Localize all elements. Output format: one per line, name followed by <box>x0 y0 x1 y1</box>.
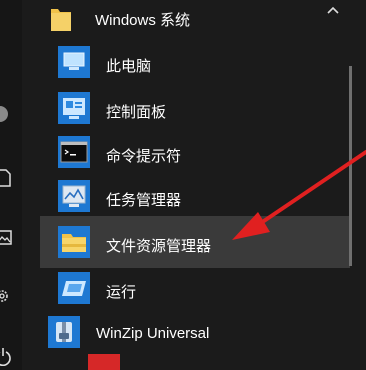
document-icon[interactable] <box>0 168 14 188</box>
scrollbar-thumb[interactable] <box>349 66 352 266</box>
next-app-tile[interactable] <box>88 354 120 370</box>
computer-icon <box>58 46 90 78</box>
start-menu: Windows 系统 此电脑 控制面板 命令提示符 任务管理器 文件资源管理器 … <box>0 0 366 370</box>
list-item-label: 文件资源管理器 <box>106 238 212 255</box>
run-icon <box>58 272 90 304</box>
control-panel-icon <box>58 92 90 124</box>
app-list: Windows 系统 此电脑 控制面板 命令提示符 任务管理器 文件资源管理器 … <box>40 0 366 370</box>
pictures-icon[interactable] <box>0 228 14 248</box>
list-item-label: 此电脑 <box>106 58 152 75</box>
file-explorer-icon <box>58 226 90 258</box>
start-left-rail <box>0 0 22 370</box>
settings-icon[interactable] <box>0 286 14 306</box>
list-item-file-explorer[interactable]: 文件资源管理器 <box>40 216 350 268</box>
list-item-label: 运行 <box>106 284 137 301</box>
power-icon[interactable] <box>0 346 14 366</box>
list-item-label: 命令提示符 <box>106 148 182 165</box>
chevron-up-icon[interactable] <box>323 0 343 20</box>
winzip-icon <box>48 316 80 348</box>
list-item-label: 控制面板 <box>106 104 167 121</box>
command-prompt-icon <box>58 136 90 168</box>
list-item-label: 任务管理器 <box>106 192 182 209</box>
group-windows-system[interactable]: Windows 系统 <box>40 0 350 44</box>
group-label: Windows 系统 <box>95 12 191 29</box>
list-item-winzip[interactable]: WinZip Universal <box>40 306 350 358</box>
folder-icon <box>48 6 74 32</box>
list-item-label: WinZip Universal <box>96 325 210 342</box>
list-item-control-panel[interactable]: 控制面板 <box>40 82 350 134</box>
user-avatar-icon[interactable] <box>0 106 8 122</box>
task-manager-icon <box>58 180 90 212</box>
